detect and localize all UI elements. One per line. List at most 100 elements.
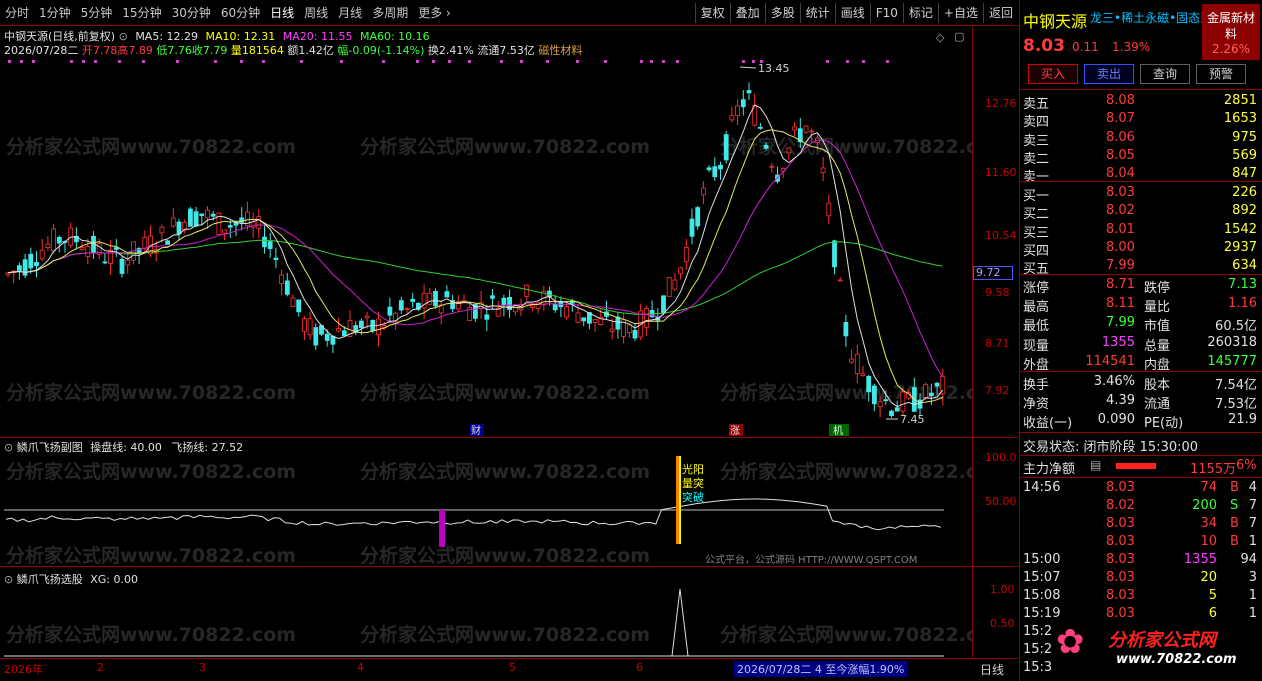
multi-stock-button[interactable]: 多股 bbox=[764, 3, 800, 23]
candle-up bbox=[222, 229, 228, 234]
back-button[interactable]: 返回 bbox=[982, 3, 1018, 23]
f10-button[interactable]: F10 bbox=[869, 3, 903, 23]
ask-row[interactable]: 卖三 8.06 975 bbox=[1020, 130, 1262, 149]
marker-zhang[interactable]: 涨 bbox=[730, 425, 740, 437]
sub-chart1-pane[interactable]: ⊙ 鳞爪飞扬副图 操盘线: 40.00 飞扬线: 27.52 分析家公式网www… bbox=[0, 438, 1018, 566]
period-15min[interactable]: 15分钟 bbox=[117, 4, 166, 21]
x-label: 3 bbox=[199, 661, 206, 674]
candle-down bbox=[176, 221, 182, 235]
stat-value: 7.99 bbox=[1106, 315, 1135, 331]
main-y-axis-line bbox=[972, 27, 973, 437]
candle-up bbox=[837, 279, 843, 282]
sub1-chart[interactable]: 分析家公式网www.70822.com 分析家公式网www.70822.com … bbox=[0, 438, 972, 566]
candle-up bbox=[85, 246, 91, 257]
watermark-text: 分析家公式网www.70822.com bbox=[360, 460, 650, 483]
ask-row[interactable]: 卖四 8.07 1653 bbox=[1020, 111, 1262, 131]
tick-time: 15:00 bbox=[1023, 552, 1061, 567]
stat-value: 260318 bbox=[1207, 334, 1257, 350]
sub2-chart[interactable]: 分析家公式网www.70822.com 分析家公式网www.70822.com … bbox=[0, 567, 972, 658]
candle-down bbox=[763, 144, 769, 149]
mark-button[interactable]: 标记 bbox=[902, 3, 938, 23]
period-multi[interactable]: 多周期 bbox=[367, 4, 413, 21]
signal-dot bbox=[826, 60, 829, 63]
industry-badge[interactable]: 金属新材料 2.26% bbox=[1202, 4, 1260, 60]
period-weekly[interactable]: 周线 bbox=[299, 4, 333, 21]
marker-cai[interactable]: 财 bbox=[471, 424, 481, 437]
level-price: 7.99 bbox=[1106, 258, 1135, 274]
signal-dot bbox=[416, 60, 419, 63]
bid-row[interactable]: 买四 8.00 2937 bbox=[1020, 239, 1262, 259]
level-volume: 2937 bbox=[1223, 239, 1257, 255]
ask-row[interactable]: 卖二 8.05 569 bbox=[1020, 147, 1262, 167]
overlay-button[interactable]: 叠加 bbox=[729, 3, 765, 23]
period-monthly[interactable]: 月线 bbox=[333, 4, 367, 21]
query-button[interactable]: 查询 bbox=[1140, 64, 1190, 84]
period-60min[interactable]: 60分钟 bbox=[216, 4, 265, 21]
last-price: 8.03 bbox=[1023, 36, 1065, 56]
candle-up bbox=[159, 226, 165, 234]
high-mark-pointer bbox=[739, 66, 757, 69]
watermark-text: 分析家公式网www.70822.com bbox=[720, 135, 972, 158]
signal-dot bbox=[176, 60, 179, 63]
tick-count: 1 bbox=[1248, 588, 1257, 603]
ask-row[interactable]: 卖五 8.08 2851 bbox=[1020, 93, 1262, 112]
period-5min[interactable]: 5分钟 bbox=[76, 4, 118, 21]
stat-value: 4.39 bbox=[1106, 393, 1135, 409]
level-volume: 226 bbox=[1232, 185, 1257, 200]
stat-value: 8.11 bbox=[1106, 296, 1135, 312]
add-watchlist-button[interactable]: +自选 bbox=[937, 3, 983, 23]
signal-dot bbox=[862, 60, 865, 63]
period-30min[interactable]: 30分钟 bbox=[167, 4, 216, 21]
watermark-text: 分析家公式网www.70822.com bbox=[360, 135, 650, 158]
adjust-button[interactable]: 复权 bbox=[694, 3, 730, 23]
marker-ji[interactable]: 机 bbox=[833, 424, 843, 437]
annotation-line: 光阳 bbox=[682, 462, 704, 476]
candle-down bbox=[894, 407, 900, 412]
period-intraday[interactable]: 分时 bbox=[0, 4, 34, 21]
candle-down bbox=[341, 330, 347, 337]
level-label: 卖四 bbox=[1023, 115, 1050, 131]
candle-down bbox=[193, 211, 199, 227]
high-mark: 13.45 bbox=[758, 62, 790, 75]
list-icon[interactable]: ▤ bbox=[1090, 458, 1101, 472]
signal-dot bbox=[468, 60, 471, 63]
logo-text: 分析家公式网 bbox=[1108, 630, 1216, 651]
x-label: 2 bbox=[97, 661, 104, 674]
tick-volume: 1355 bbox=[1183, 552, 1217, 567]
bid-row[interactable]: 买一 8.03 226 bbox=[1020, 185, 1262, 204]
level-price: 8.05 bbox=[1106, 147, 1135, 163]
watermark-text: 分析家公式网www.70822.com bbox=[6, 460, 296, 483]
period-daily[interactable]: 日线 bbox=[265, 4, 299, 21]
alert-button[interactable]: 预警 bbox=[1196, 64, 1246, 84]
bid-row[interactable]: 买三 8.01 1542 bbox=[1020, 222, 1262, 241]
x-axis: 2026年 2 3 4 5 6 2026/07/28二 4 至今涨幅1.90% … bbox=[0, 658, 1018, 681]
buy-button[interactable]: 买入 bbox=[1028, 64, 1078, 84]
candle-up bbox=[279, 274, 285, 285]
signal-dot bbox=[650, 60, 653, 63]
candlestick-chart[interactable]: 分析家公式网www.70822.com 分析家公式网www.70822.com … bbox=[0, 27, 972, 437]
main-chart-pane[interactable]: 中钢天源(日线,前复权) ⊙ MA5: 12.29 MA10: 12.31 MA… bbox=[0, 27, 1018, 437]
signal-dot bbox=[70, 60, 73, 63]
candle-up bbox=[290, 297, 296, 308]
tick-price: 8.03 bbox=[1106, 606, 1135, 621]
tick-side: S bbox=[1230, 498, 1239, 513]
period-more[interactable]: 更多 › bbox=[413, 4, 456, 21]
draw-line-button[interactable]: 画线 bbox=[834, 3, 870, 23]
tick-price: 8.03 bbox=[1106, 516, 1135, 531]
candle-up bbox=[729, 115, 735, 121]
statistics-button[interactable]: 统计 bbox=[799, 3, 835, 23]
sub-chart2-pane[interactable]: ⊙ 鳞爪飞扬选股 XG: 0.00 分析家公式网www.70822.com 分析… bbox=[0, 567, 1018, 658]
candle-down bbox=[632, 329, 638, 339]
signal-dot bbox=[82, 60, 85, 63]
sell-button[interactable]: 卖出 bbox=[1084, 64, 1134, 84]
candle-up bbox=[564, 306, 569, 318]
main-net-row: 主力净额 ▤ 1155万 6% bbox=[1020, 458, 1262, 477]
period-1min[interactable]: 1分钟 bbox=[34, 4, 76, 21]
level-volume: 1653 bbox=[1223, 111, 1257, 127]
x-axis-period[interactable]: 日线 bbox=[980, 661, 1004, 678]
candle-down bbox=[934, 382, 940, 387]
candle-up bbox=[701, 187, 706, 196]
candle-up bbox=[530, 305, 535, 308]
bid-row[interactable]: 买二 8.02 892 bbox=[1020, 203, 1262, 222]
event-markers: 财 涨 机 bbox=[470, 424, 849, 437]
